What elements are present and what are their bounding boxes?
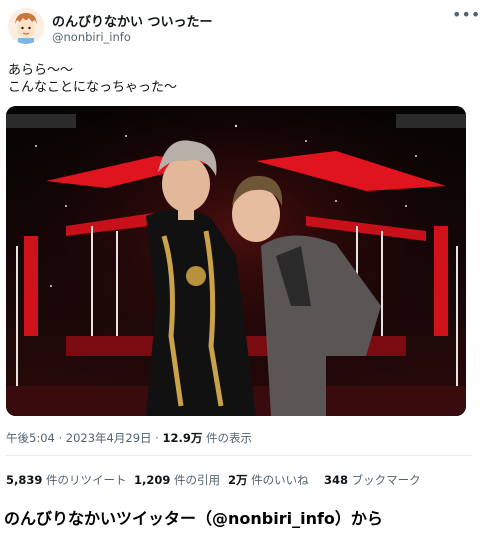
likes-label: 件のいいね: [247, 473, 309, 487]
quotes-count: 1,209: [134, 473, 171, 487]
stage-photo: [6, 106, 466, 416]
tweet-text-line: あらら〜〜: [8, 63, 74, 78]
divider: [6, 455, 472, 456]
tweet-timestamp[interactable]: 午後5:04 · 2023年4月29日 · 12.9万 件の表示: [6, 430, 252, 446]
more-options-icon[interactable]: •••: [452, 7, 480, 24]
views-label: 件の表示: [202, 431, 253, 445]
quotes-stat[interactable]: 1,209 件の引用: [134, 472, 220, 488]
likes-count: 2万: [228, 473, 248, 487]
source-caption: のんびりなかいツイッター（@nonbiri_info）から: [4, 509, 383, 528]
user-handle[interactable]: @nonbiri_info: [52, 30, 131, 44]
retweets-stat[interactable]: 5,839 件のリツイート: [6, 472, 127, 488]
tweet-text: あらら〜〜 こんなことになっちゃった〜: [8, 62, 468, 96]
bookmarks-stat[interactable]: 348 ブックマーク: [324, 472, 421, 488]
tweet-text-line: こんなことになっちゃった〜: [8, 80, 178, 95]
tweet-card: のんびりなかい ついったー @nonbiri_info ••• あらら〜〜 こん…: [0, 0, 480, 500]
views-count: 12.9万: [162, 431, 203, 445]
tweet-photo[interactable]: [6, 106, 466, 416]
retweets-label: 件のリツイート: [42, 473, 127, 487]
bookmarks-count: 348: [324, 473, 349, 487]
likes-stat[interactable]: 2万 件のいいね: [228, 472, 309, 488]
engagement-stats: 5,839 件のリツイート 1,209 件の引用 2万 件のいいね 348 ブッ…: [6, 468, 476, 492]
retweets-count: 5,839: [6, 473, 43, 487]
avatar[interactable]: [8, 8, 44, 44]
post-time[interactable]: 午後5:04 · 2023年4月29日 ·: [6, 431, 162, 445]
bookmarks-label: ブックマーク: [348, 473, 421, 487]
display-name[interactable]: のんびりなかい ついったー: [52, 11, 213, 30]
quotes-label: 件の引用: [170, 473, 221, 487]
